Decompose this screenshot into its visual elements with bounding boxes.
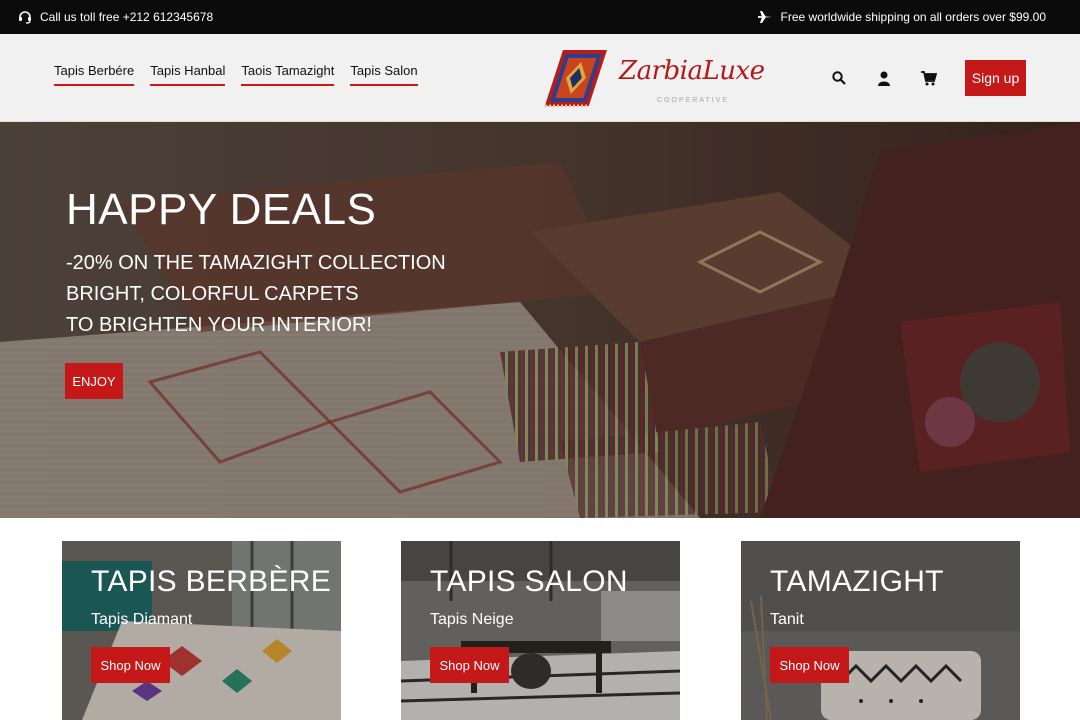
hero-banner: HAPPY DEALS -20% ON THE TAMAZIGHT COLLEC… xyxy=(0,122,1080,518)
hero-line: -20% ON THE TAMAZIGHT COLLECTION xyxy=(66,252,446,274)
shop-now-button[interactable]: Shop Now xyxy=(770,647,849,683)
search-icon[interactable] xyxy=(831,70,847,86)
main-nav: Tapis Berbére Tapis Hanbal Taois Tamazig… xyxy=(54,63,418,86)
signup-button[interactable]: Sign up xyxy=(965,60,1026,96)
card-subtitle: Tapis Diamant xyxy=(91,611,193,628)
category-card-salon[interactable]: TAPIS SALON Tapis Neige Shop Now xyxy=(401,541,680,720)
hero-title: HAPPY DEALS xyxy=(66,185,377,234)
user-icon[interactable] xyxy=(876,70,892,86)
headset-icon xyxy=(18,10,32,24)
site-logo[interactable]: ZarbiaLuxe COOPERATIVE xyxy=(541,42,765,116)
site-header: Tapis Berbére Tapis Hanbal Taois Tamazig… xyxy=(0,34,1080,122)
logo-subtext: COOPERATIVE xyxy=(657,97,730,104)
header-actions xyxy=(831,70,937,86)
shop-now-button[interactable]: Shop Now xyxy=(91,647,170,683)
category-card-berbere[interactable]: TAPIS BERBÈRE Tapis Diamant Shop Now xyxy=(62,541,341,720)
category-card-tamazight[interactable]: TAMAZIGHT Tanit Shop Now xyxy=(741,541,1020,720)
nav-tapis-hanbal[interactable]: Tapis Hanbal xyxy=(150,63,226,86)
phone-info: Call us toll free +212 612345678 xyxy=(18,10,213,24)
phone-text: Call us toll free +212 612345678 xyxy=(40,10,214,24)
card-title: TAPIS SALON xyxy=(430,565,628,598)
hero-text: -20% ON THE TAMAZIGHT COLLECTION BRIGHT,… xyxy=(66,248,446,341)
card-subtitle: Tapis Neige xyxy=(430,611,514,628)
hero-line: TO BRIGHTEN YOUR INTERIOR! xyxy=(66,314,372,336)
logo-text: ZarbiaLuxe xyxy=(619,56,765,86)
plane-icon xyxy=(757,10,773,24)
card-subtitle: Tanit xyxy=(770,611,804,628)
top-bar: Call us toll free +212 612345678 Free wo… xyxy=(0,0,1080,34)
nav-tapis-berbere[interactable]: Tapis Berbére xyxy=(54,63,135,86)
rug-logo-icon xyxy=(544,50,607,108)
nav-taois-tamazight[interactable]: Taois Tamazight xyxy=(241,63,335,86)
card-title: TAPIS BERBÈRE xyxy=(91,565,332,598)
cart-icon[interactable] xyxy=(921,70,937,86)
shipping-info: Free worldwide shipping on all orders ov… xyxy=(757,10,1046,24)
shop-now-button[interactable]: Shop Now xyxy=(430,647,509,683)
card-title: TAMAZIGHT xyxy=(770,565,944,598)
shipping-text: Free worldwide shipping on all orders ov… xyxy=(780,10,1046,24)
nav-tapis-salon[interactable]: Tapis Salon xyxy=(350,63,418,86)
enjoy-button[interactable]: ENJOY xyxy=(65,363,123,399)
hero-line: BRIGHT, COLORFUL CARPETS xyxy=(66,283,359,305)
